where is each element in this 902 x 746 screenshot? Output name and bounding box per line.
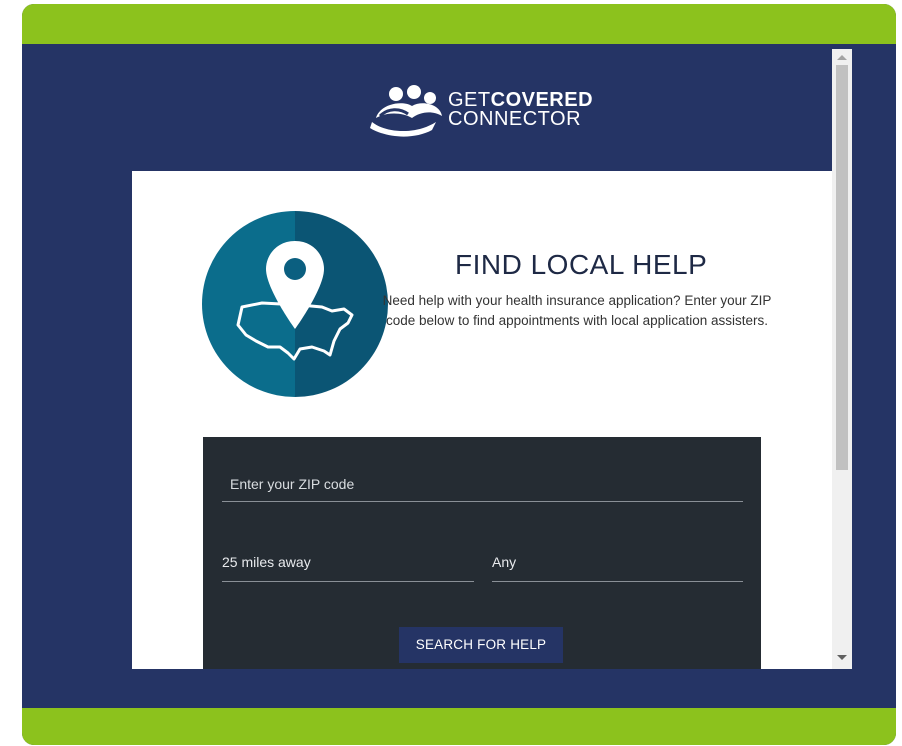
- top-accent-bar: [22, 4, 896, 44]
- search-for-help-button[interactable]: SEARCH FOR HELP: [399, 627, 563, 663]
- bottom-accent-bar: [22, 708, 896, 745]
- header-band: GETCOVERED CONNECTOR: [132, 49, 832, 171]
- location-pin-usa-map-icon: [202, 211, 388, 397]
- widget-frame: GETCOVERED CONNECTOR FIND LOCAL HELP Nee…: [22, 4, 896, 745]
- zip-code-placeholder: Enter your ZIP code: [230, 476, 355, 492]
- vertical-scrollbar[interactable]: [832, 49, 852, 669]
- page-title: FIND LOCAL HELP: [455, 249, 708, 280]
- search-form: Enter your ZIP code 25 miles away Any SE…: [203, 437, 761, 669]
- assister-type-value: Any: [492, 554, 517, 570]
- brand-connector: CONNECTOR: [448, 108, 582, 130]
- find-help-card: FIND LOCAL HELP Need help with your heal…: [132, 171, 832, 669]
- brand-wordmark: GETCOVERED CONNECTOR: [448, 90, 593, 130]
- scroll-up-arrow-icon[interactable]: [837, 55, 847, 60]
- scroll-thumb[interactable]: [836, 65, 848, 470]
- page-description: Need help with your health insurance app…: [382, 293, 772, 328]
- distance-value: 25 miles away: [222, 554, 311, 570]
- embedded-page: GETCOVERED CONNECTOR FIND LOCAL HELP Nee…: [132, 49, 852, 669]
- assister-type-select[interactable]: Any: [492, 553, 743, 582]
- people-logo-icon: [370, 85, 442, 137]
- distance-select[interactable]: 25 miles away: [222, 553, 474, 582]
- scroll-down-arrow-icon[interactable]: [837, 655, 847, 660]
- zip-code-input[interactable]: Enter your ZIP code: [222, 473, 743, 502]
